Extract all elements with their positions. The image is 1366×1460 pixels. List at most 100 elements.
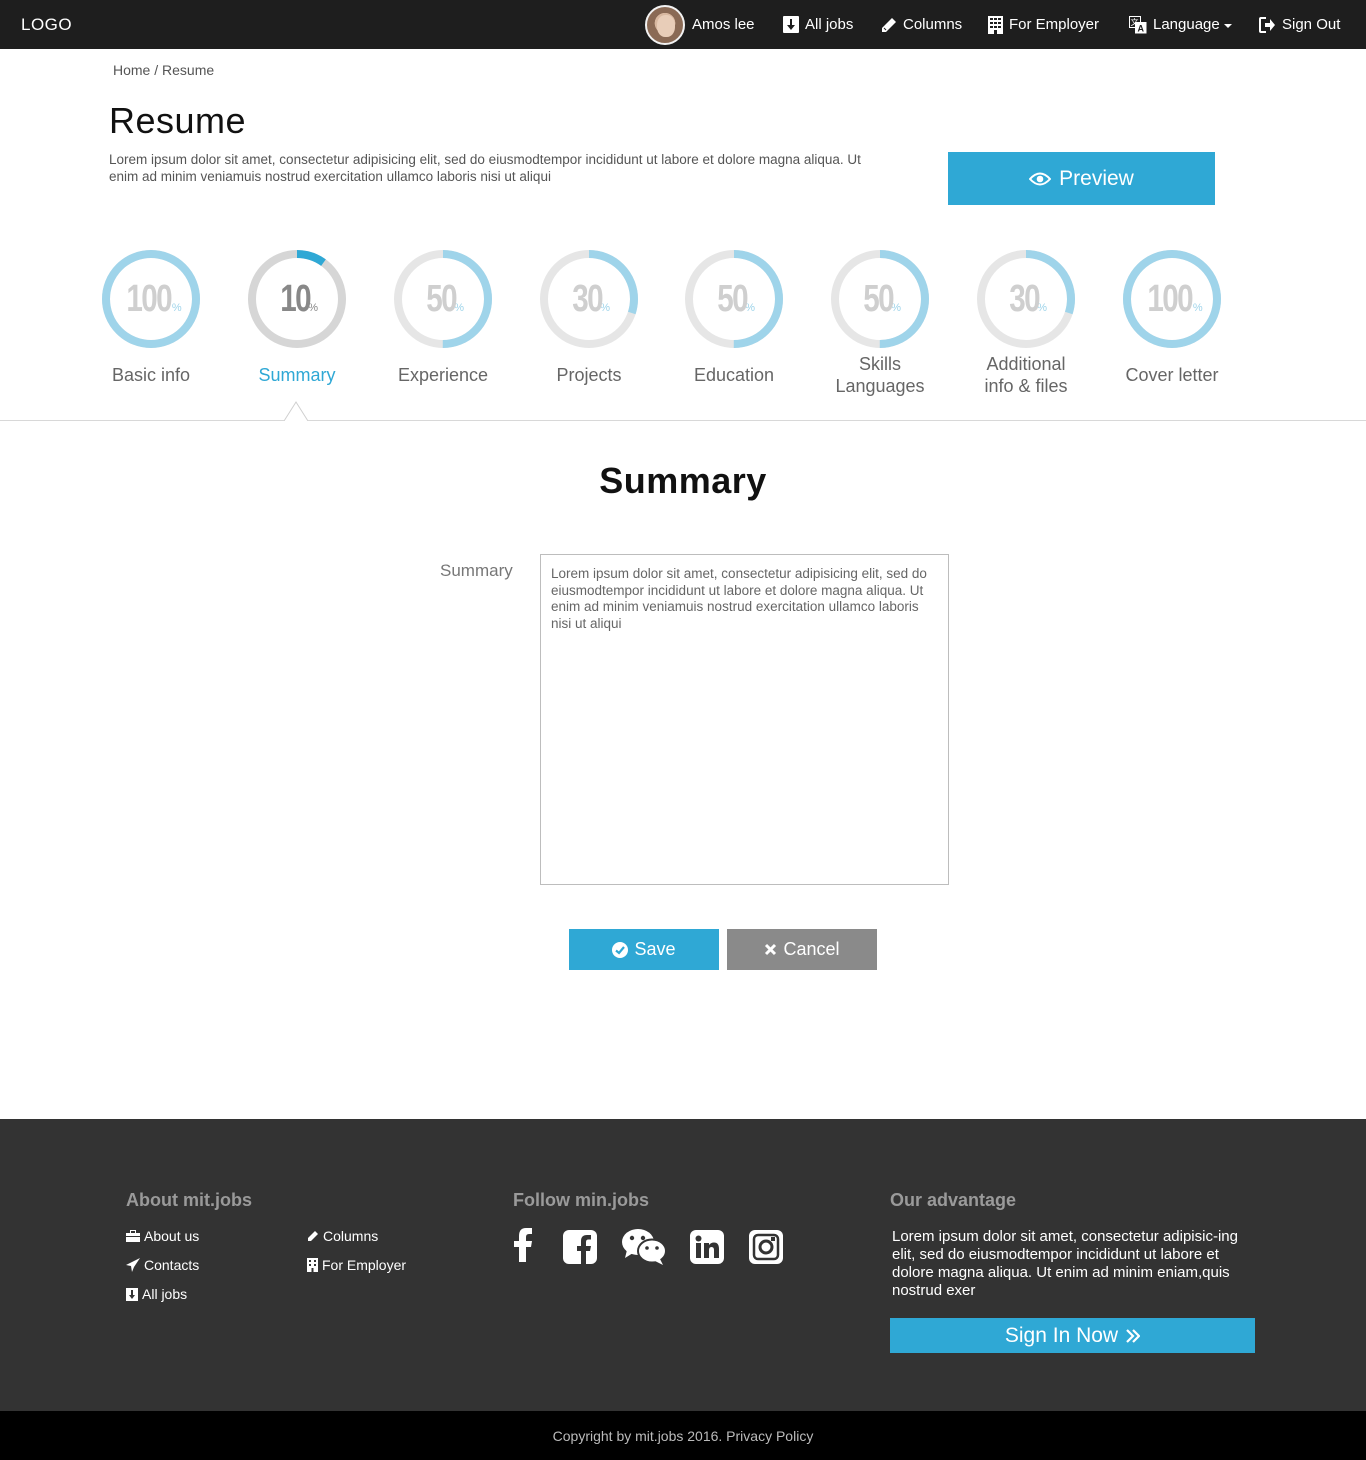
progress-ring: 100% [1121,248,1223,350]
nav-columns-label: Columns [903,16,963,33]
progress-value: 30% [975,248,1077,350]
sign-out-icon [1259,16,1275,33]
progress-number: 30 [1009,277,1040,320]
cancel-button[interactable]: Cancel [727,929,877,970]
save-label: Save [634,939,676,959]
footer-all-jobs-label: All jobs [142,1286,188,1302]
step-education[interactable]: 50% Education [661,248,807,386]
pencil-icon [308,1231,318,1241]
section-title: Summary [599,460,767,501]
progress-ring: 50% [392,248,494,350]
copyright-bar: Copyright by mit.jobs 2016. Privacy Poli… [0,1411,1366,1460]
paper-plane-icon [126,1258,140,1272]
footer-about-us-link[interactable]: About us [126,1228,199,1244]
progress-number: 100 [1147,277,1194,320]
save-button[interactable]: Save [569,929,719,970]
step-label: Education [693,365,775,385]
footer-advantage-heading: Our advantage [890,1190,1017,1210]
sign-out-link[interactable]: Sign Out [1259,0,1340,49]
step-cover-letter[interactable]: 100% Cover letter [1099,248,1245,386]
translate-icon: A文 [1129,15,1147,33]
progress-value: 50% [392,248,494,350]
footer-all-jobs-link[interactable]: All jobs [126,1286,187,1302]
page-title: Resume [109,100,247,141]
active-step-pointer [284,401,308,421]
eye-icon [1029,172,1052,185]
divider [0,420,1366,421]
progress-number: 10 [280,277,311,320]
summary-textarea[interactable]: Lorem ipsum dolor sit amet, consectetur … [540,554,949,885]
footer: About mit.jobs About us Contacts All job… [0,1119,1366,1411]
jobs-icon [783,16,799,33]
progress-value: 50% [829,248,931,350]
step-label: Projects [556,365,622,385]
footer-for-employer-label: For Employer [322,1257,407,1273]
step-summary[interactable]: 10% Summary [224,248,370,386]
footer-contacts-label: Contacts [144,1257,200,1273]
user-name: Amos lee [692,16,755,33]
instagram-icon[interactable] [749,1230,783,1264]
step-label: Cover letter [1125,365,1219,385]
progress-value: 30% [538,248,640,350]
progress-value: 10% [246,248,348,350]
step-label: Experience [397,365,489,385]
nav-all-jobs[interactable]: All jobs [783,0,853,49]
caret-down-icon [1223,23,1232,28]
building-icon [988,15,1003,34]
linkedin-icon[interactable] [690,1230,724,1264]
step-label: Summary [258,365,336,385]
progress-number: 50 [863,277,894,320]
copyright-text[interactable]: Copyright by mit.jobs 2016. Privacy Poli… [553,1428,814,1444]
footer-about-heading: About mit.jobs [126,1190,252,1210]
footer-for-employer-link[interactable]: For Employer [307,1257,406,1273]
facebook-square-icon[interactable] [563,1230,597,1264]
progress-number: 50 [717,277,748,320]
progress-ring: 50% [683,248,785,350]
cancel-label: Cancel [783,939,840,959]
breadcrumb[interactable]: Home / Resume [113,62,214,78]
progress-number: 50 [426,277,457,320]
language-dropdown[interactable]: A文 Language [1129,0,1232,49]
step-basic-info[interactable]: 100% Basic info [78,248,224,386]
progress-ring: 100% [100,248,202,350]
wechat-icon[interactable] [622,1228,667,1266]
logo[interactable]: LOGO [21,15,72,35]
progress-value: 50% [683,248,785,350]
building-icon [307,1258,318,1272]
progress-ring: 30% [975,248,1077,350]
nav-columns[interactable]: Columns [881,0,962,49]
sign-out-label: Sign Out [1282,16,1341,33]
pencil-icon [882,17,896,32]
user-menu[interactable]: Amos lee [645,0,755,49]
progress-ring: 10% [246,248,348,350]
footer-about-us-label: About us [144,1228,200,1244]
progress-ring: 30% [538,248,640,350]
nav-all-jobs-label: All jobs [805,16,854,33]
avatar [645,4,685,45]
nav-for-employer-label: For Employer [1009,16,1100,33]
svg-text:文: 文 [1131,17,1139,27]
sign-in-now-label: Sign In Now [1004,1323,1119,1347]
step-label: Skills Languages [835,354,925,396]
step-label: Additional info & files [984,354,1068,396]
double-chevron-right-icon [1126,1328,1141,1343]
close-icon [765,943,777,956]
step-experience[interactable]: 50% Experience [370,248,516,386]
step-additional-info-files[interactable]: 30% Additional info & files [953,248,1099,397]
step-skills-languages[interactable]: 50% Skills Languages [807,248,953,397]
footer-columns-link[interactable]: Columns [307,1228,378,1244]
top-navbar: LOGO Amos lee All jobs Columns For Emplo… [0,0,1366,49]
preview-button[interactable]: Preview [948,152,1215,205]
footer-contacts-link[interactable]: Contacts [126,1257,199,1273]
footer-follow-heading: Follow min.jobs [513,1190,649,1210]
nav-for-employer[interactable]: For Employer [988,0,1099,49]
facebook-icon[interactable] [513,1228,533,1262]
page-intro: Lorem ipsum dolor sit amet, consectetur … [109,152,861,184]
sign-in-now-button[interactable]: Sign In Now [890,1318,1255,1353]
percent-sign: % [1192,302,1203,314]
footer-advantage-text: Lorem ipsum dolor sit amet, consectetur … [892,1228,1238,1299]
briefcase-icon [126,1230,140,1242]
step-projects[interactable]: 30% Projects [516,248,662,386]
progress-number: 100 [126,277,173,320]
language-label: Language [1153,16,1220,33]
